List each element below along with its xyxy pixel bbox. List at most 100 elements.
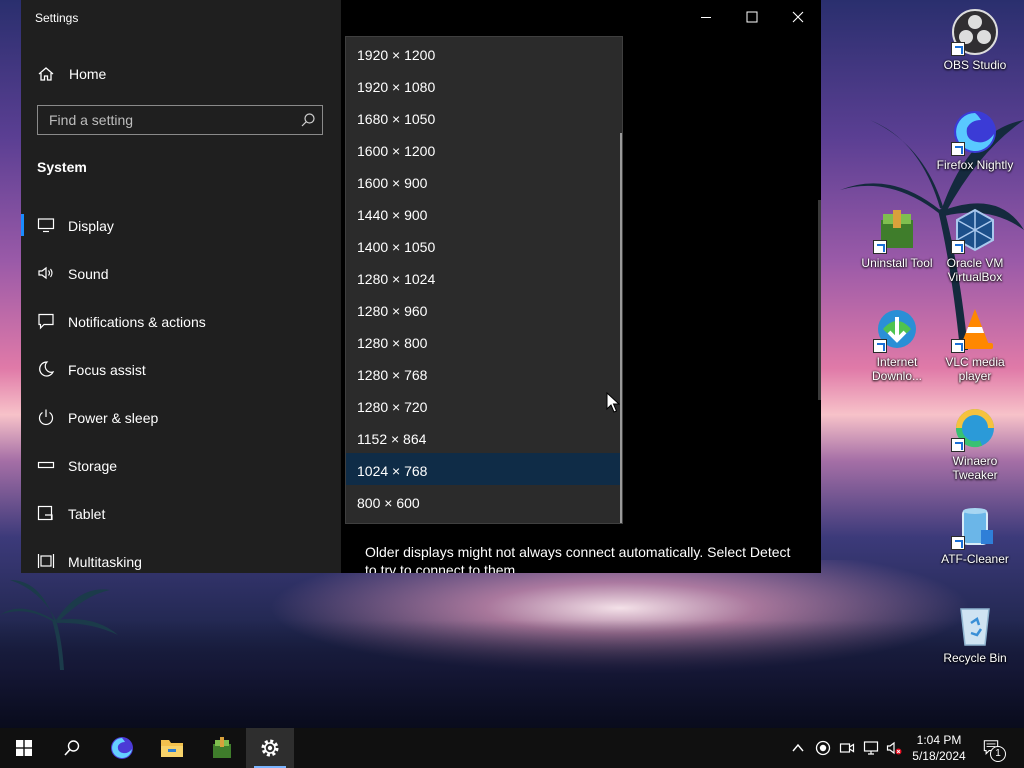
obs-icon	[951, 8, 999, 56]
desktop-icon-internet-download-manager[interactable]: Internet Downlo...	[858, 305, 936, 383]
desktop-icon-label: ATF-Cleaner	[941, 552, 1009, 566]
resolution-option-label: 1680 × 1050	[357, 111, 436, 127]
shortcut-arrow-icon	[951, 536, 965, 550]
resolution-option[interactable]: 1600 × 900	[346, 165, 622, 197]
close-icon	[792, 11, 804, 23]
nav-list: Display Sound Notifications & actions Fo…	[21, 202, 341, 573]
sidebar-item-focus-assist[interactable]: Focus assist	[21, 346, 341, 394]
sidebar-item-label: Focus assist	[68, 362, 146, 378]
resolution-option-label: 1280 × 800	[357, 335, 428, 351]
search-input[interactable]	[38, 106, 299, 134]
desktop-icon-obs-studio[interactable]: OBS Studio	[936, 8, 1014, 72]
minimize-icon	[701, 17, 711, 18]
drive-icon	[37, 461, 55, 469]
network-icon[interactable]	[863, 740, 879, 756]
resolution-option-label: 800 × 600	[357, 495, 420, 511]
desktop-icon-recycle-bin[interactable]: Recycle Bin	[936, 601, 1014, 665]
resolution-option-label: 1600 × 1200	[357, 143, 436, 159]
search-icon	[64, 740, 80, 756]
wallpaper-shore	[0, 620, 1024, 730]
detect-info-text: Older displays might not always connect …	[365, 544, 791, 573]
record-icon[interactable]	[815, 740, 831, 756]
desktop-icon-firefox-nightly[interactable]: Firefox Nightly	[936, 108, 1014, 172]
vlc-icon	[951, 305, 999, 353]
resolution-option-selected[interactable]: 1024 × 768	[346, 453, 622, 485]
taskbar-file-explorer[interactable]	[148, 728, 196, 768]
resolution-option[interactable]: 1280 × 720	[346, 389, 622, 421]
desktop-icon-vlc-media-player[interactable]: VLC media player	[936, 305, 1014, 383]
sidebar-item-tablet[interactable]: Tablet	[21, 490, 341, 538]
maximize-icon	[746, 11, 758, 23]
system-clock[interactable]: 1:04 PM 5/18/2024	[904, 732, 974, 764]
desktop-icon-label: Winaero Tweaker	[952, 454, 998, 482]
main-scrollbar[interactable]	[818, 200, 821, 400]
desktop-icon-atf-cleaner[interactable]: ATF-Cleaner	[936, 502, 1014, 566]
resolution-option-label: 1440 × 900	[357, 207, 428, 223]
desktop-icon-uninstall-tool[interactable]: Uninstall Tool	[858, 206, 936, 270]
tablet-icon	[37, 505, 53, 521]
sidebar-item-notifications[interactable]: Notifications & actions	[21, 298, 341, 346]
camera-icon[interactable]	[839, 740, 855, 756]
start-button[interactable]	[0, 728, 48, 768]
resolution-option-label: 1400 × 1050	[357, 239, 436, 255]
window-title: Settings	[35, 11, 79, 25]
resolution-option[interactable]: 1920 × 1200	[346, 37, 622, 69]
notification-count-badge: 1	[990, 746, 1006, 762]
sidebar-item-label: Display	[68, 218, 114, 234]
sidebar-item-storage[interactable]: Storage	[21, 442, 341, 490]
resolution-option[interactable]: 1280 × 800	[346, 325, 622, 357]
desktop-icon-winaero-tweaker[interactable]: Winaero Tweaker	[936, 404, 1014, 482]
resolution-option[interactable]: 800 × 600	[346, 485, 622, 517]
resolution-option[interactable]: 1600 × 1200	[346, 133, 622, 165]
desktop-icon-label: Uninstall Tool	[861, 256, 933, 270]
taskbar-firefox-nightly[interactable]	[98, 728, 146, 768]
resolution-option[interactable]: 1440 × 900	[346, 197, 622, 229]
maximize-button[interactable]	[729, 0, 775, 33]
sidebar-item-label: Power & sleep	[68, 410, 159, 426]
desktop-icon-label: VLC media player	[945, 355, 1005, 383]
sidebar-item-display[interactable]: Display	[21, 202, 341, 250]
taskbar-search-button[interactable]	[48, 728, 96, 768]
mouse-cursor-icon	[606, 392, 620, 413]
taskbar-settings[interactable]	[246, 728, 294, 768]
minimize-button[interactable]	[683, 0, 729, 33]
recycle-bin-icon	[951, 601, 999, 649]
search-box[interactable]	[37, 105, 323, 135]
resolution-option[interactable]: 1280 × 1024	[346, 261, 622, 293]
resolution-option[interactable]: 1920 × 1080	[346, 69, 622, 101]
internet-download-manager-icon	[873, 305, 921, 353]
resolution-option[interactable]: 1680 × 1050	[346, 101, 622, 133]
sidebar-item-label: Tablet	[68, 506, 106, 522]
dropdown-scrollbar[interactable]	[620, 133, 622, 523]
close-button[interactable]	[775, 0, 821, 33]
home-icon	[38, 67, 54, 81]
desktop-icon-label: Oracle VM VirtualBox	[946, 256, 1004, 284]
sidebar-item-label: Sound	[68, 266, 109, 282]
firefox-nightly-icon	[951, 108, 999, 156]
search-icon[interactable]	[300, 112, 316, 128]
desktop-icon-label: Firefox Nightly	[936, 158, 1014, 172]
resolution-option-label: 1920 × 1080	[357, 79, 436, 95]
resolution-option-label: 1152 × 864	[357, 431, 427, 447]
firefox-nightly-icon	[111, 737, 133, 759]
desktop-icon-label: Internet Downlo...	[871, 355, 923, 383]
resolution-option[interactable]: 1280 × 768	[346, 357, 622, 389]
sidebar-item-power-sleep[interactable]: Power & sleep	[21, 394, 341, 442]
sidebar-item-label: Notifications & actions	[68, 314, 206, 330]
show-hidden-icons-chevron-up-icon[interactable]	[790, 740, 806, 756]
speaker-icon	[38, 266, 53, 280]
sidebar-item-sound[interactable]: Sound	[21, 250, 341, 298]
taskbar-uninstall-tool[interactable]	[198, 728, 246, 768]
shortcut-arrow-icon	[951, 42, 965, 56]
resolution-option[interactable]: 1280 × 960	[346, 293, 622, 325]
clock-time: 1:04 PM	[916, 733, 962, 747]
nav-home[interactable]: Home	[21, 58, 341, 90]
volume-muted-icon[interactable]	[886, 740, 902, 756]
desktop-icon-virtualbox[interactable]: Oracle VM VirtualBox	[936, 206, 1014, 284]
sidebar-item-multitasking[interactable]: Multitasking	[21, 538, 341, 573]
resolution-option[interactable]: 1400 × 1050	[346, 229, 622, 261]
atf-cleaner-icon	[951, 502, 999, 550]
taskbar: 1:04 PM 5/18/2024	[0, 728, 1024, 768]
resolution-option-label: 1024 × 768	[357, 463, 428, 479]
resolution-option[interactable]: 1152 × 864	[346, 421, 622, 453]
